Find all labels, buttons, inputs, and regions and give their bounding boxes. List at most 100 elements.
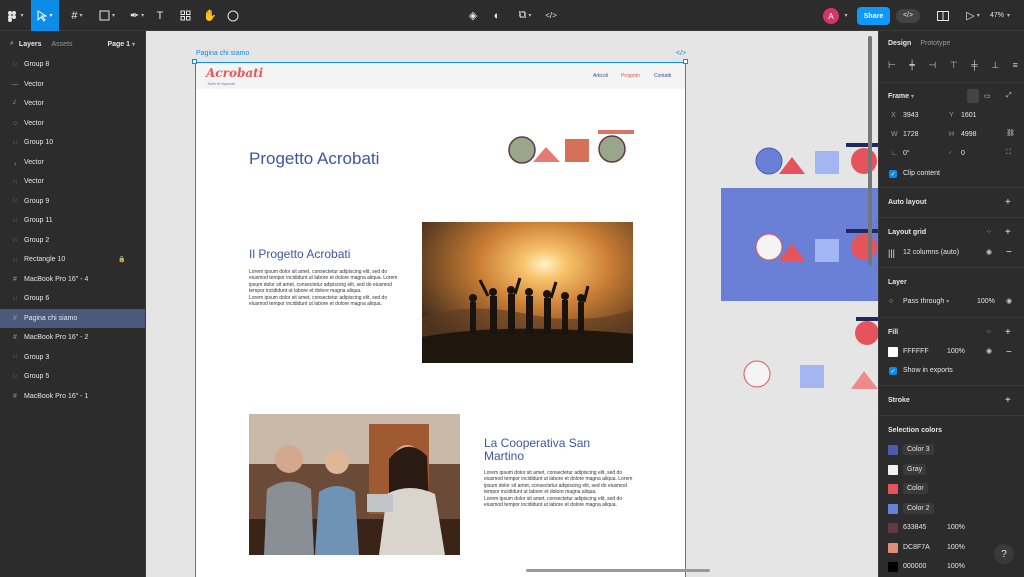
layer-row[interactable]: ⁙ Group 6	[0, 289, 145, 309]
lock-icon[interactable]: 🔒	[118, 256, 125, 263]
fill-swatch[interactable]	[888, 347, 898, 357]
corner-radius-input[interactable]: 0	[961, 150, 965, 157]
color-label[interactable]: 633845	[903, 524, 926, 531]
color-label[interactable]: 000000	[903, 563, 926, 570]
mask-icon[interactable]: ◐	[490, 0, 504, 31]
figma-menu-icon[interactable]: ▾	[3, 0, 27, 31]
color-swatch[interactable]	[888, 562, 898, 572]
fill-styles-icon[interactable]: ⁘	[986, 328, 992, 336]
y-input[interactable]: 1601	[961, 112, 977, 119]
frame-name-label[interactable]: Pagina chi siamo	[196, 50, 249, 57]
layer-row[interactable]: ⁙ Vector	[0, 172, 145, 192]
layer-row[interactable]: ⁙ Rectangle 10 🔒	[0, 250, 145, 270]
layer-row[interactable]: ⁙ Group 9	[0, 192, 145, 212]
fill-opacity-input[interactable]: 100%	[947, 348, 965, 355]
distribute-icon[interactable]: ≡	[1013, 60, 1018, 71]
layer-row[interactable]: ⁙ Group 2	[0, 231, 145, 251]
library-book-icon[interactable]	[936, 0, 950, 31]
grid-styles-icon[interactable]: ⁘	[986, 228, 992, 236]
constrain-proportions-icon[interactable]: ⛓	[1006, 129, 1015, 137]
fill-hex-input[interactable]: FFFFFF	[903, 348, 929, 355]
resize-to-fit-icon[interactable]: ⤢	[1006, 92, 1012, 100]
fill-visibility-eye-icon[interactable]: ◉	[986, 347, 992, 355]
layer-row[interactable]: ⁙ Group 8	[0, 55, 145, 75]
layer-visibility-eye-icon[interactable]: ◉	[1006, 297, 1012, 305]
align-middle-v-icon[interactable]: ╪	[971, 60, 977, 71]
layer-row[interactable]: ╯ Vector	[0, 94, 145, 114]
landscape-orientation-icon[interactable]: ▭	[984, 92, 991, 100]
pen-tool-icon[interactable]: ✒ ▾	[124, 0, 150, 31]
add-layout-grid-icon[interactable]: +	[1005, 227, 1011, 238]
align-top-icon[interactable]: ⊤	[950, 60, 958, 71]
add-auto-layout-icon[interactable]: +	[1005, 197, 1011, 208]
move-tool-icon[interactable]: ▾	[31, 0, 59, 31]
rotation-input[interactable]: 0°	[903, 150, 910, 157]
color-opacity[interactable]: 100%	[947, 563, 965, 570]
layer-row[interactable]: ⁙ Group 11	[0, 211, 145, 231]
layer-row[interactable]: ⌟ Vector	[0, 153, 145, 173]
layer-row[interactable]: — Vector	[0, 75, 145, 95]
color-label[interactable]: Color 2	[903, 502, 934, 514]
clip-content-checkbox[interactable]: ✓	[889, 170, 897, 178]
width-input[interactable]: 1728	[903, 131, 919, 138]
align-left-icon[interactable]: ⊢	[888, 60, 896, 71]
frame-section-label[interactable]: Frame ▾	[888, 93, 914, 100]
color-swatch[interactable]	[888, 542, 898, 553]
layer-row[interactable]: ○ Vector	[0, 114, 145, 134]
layer-row[interactable]: # MacBook Pro 16" - 4	[0, 270, 145, 290]
color-label[interactable]: Color 3	[903, 444, 934, 455]
share-button[interactable]: Share	[857, 7, 890, 25]
align-center-h-icon[interactable]: ┿	[909, 60, 914, 71]
blend-mode-select[interactable]: Pass through ▾	[903, 298, 949, 305]
tab-layers[interactable]: Layers	[19, 41, 42, 48]
dev-mode-toggle[interactable]: </>	[895, 0, 921, 31]
color-label[interactable]: Color	[903, 483, 928, 494]
layer-row[interactable]: # Pagina chi siamo	[0, 308, 145, 328]
tab-prototype[interactable]: Prototype	[920, 40, 950, 47]
help-button[interactable]: ?	[994, 544, 1014, 564]
text-tool-icon[interactable]: T	[153, 0, 167, 31]
resources-icon[interactable]	[178, 0, 192, 31]
layer-row[interactable]: ⁙ Group 5	[0, 367, 145, 387]
resize-handle-top-left[interactable]	[192, 59, 197, 64]
dev-code-icon[interactable]: </>	[544, 0, 558, 31]
independent-corners-icon[interactable]: ⛶	[1006, 149, 1011, 157]
remove-fill-icon[interactable]: −	[1006, 347, 1012, 358]
user-avatar[interactable]: A	[823, 8, 839, 24]
grid-value[interactable]: 12 columns (auto)	[903, 249, 959, 256]
hand-tool-icon[interactable]: ✋	[203, 0, 217, 31]
layer-row[interactable]: ⁙ Group 3	[0, 348, 145, 368]
component-icon[interactable]: ◈	[466, 0, 480, 31]
align-bottom-icon[interactable]: ⊥	[991, 60, 999, 71]
grid-visibility-eye-icon[interactable]: ◉	[986, 248, 992, 256]
color-swatch[interactable]	[888, 523, 898, 533]
layer-row[interactable]: # MacBook Pro 16" - 1	[0, 387, 145, 407]
columns-grid-icon[interactable]: |||	[888, 248, 895, 258]
align-right-icon[interactable]: ⊣	[928, 60, 936, 71]
shape-tool-icon[interactable]: ▾	[94, 0, 120, 31]
frame-code-icon[interactable]: </>	[676, 50, 686, 57]
vertical-scrollbar[interactable]	[868, 36, 872, 266]
present-play-icon[interactable]: ▷ ▾	[962, 0, 984, 31]
layer-row[interactable]: # MacBook Pro 16" - 2	[0, 328, 145, 348]
page-selector[interactable]: Page 1 ▾	[107, 41, 135, 48]
resize-handle-top-right[interactable]	[683, 59, 688, 64]
color-swatch[interactable]	[888, 445, 898, 455]
boolean-icon[interactable]: ⧉ ▾	[514, 0, 536, 31]
horizontal-scrollbar[interactable]	[526, 569, 710, 572]
tab-design[interactable]: Design	[888, 40, 911, 47]
x-input[interactable]: 3943	[903, 112, 919, 119]
color-label[interactable]: DC8F7A	[903, 544, 930, 551]
layer-opacity-input[interactable]: 100%	[977, 298, 995, 305]
color-opacity[interactable]: 100%	[947, 544, 965, 551]
color-swatch[interactable]	[888, 484, 898, 494]
remove-grid-icon[interactable]: −	[1006, 247, 1012, 258]
comment-tool-icon[interactable]	[226, 0, 240, 31]
add-fill-icon[interactable]: +	[1005, 327, 1011, 338]
frame-tool-icon[interactable]: # ▾	[64, 0, 90, 31]
nav-link-contatti[interactable]: Contatti	[654, 73, 671, 79]
nav-link-articoli[interactable]: Articoli	[593, 73, 608, 79]
height-input[interactable]: 4998	[961, 131, 977, 138]
portrait-orientation-icon[interactable]	[967, 89, 979, 103]
show-in-exports-checkbox[interactable]: ✓	[889, 367, 897, 375]
